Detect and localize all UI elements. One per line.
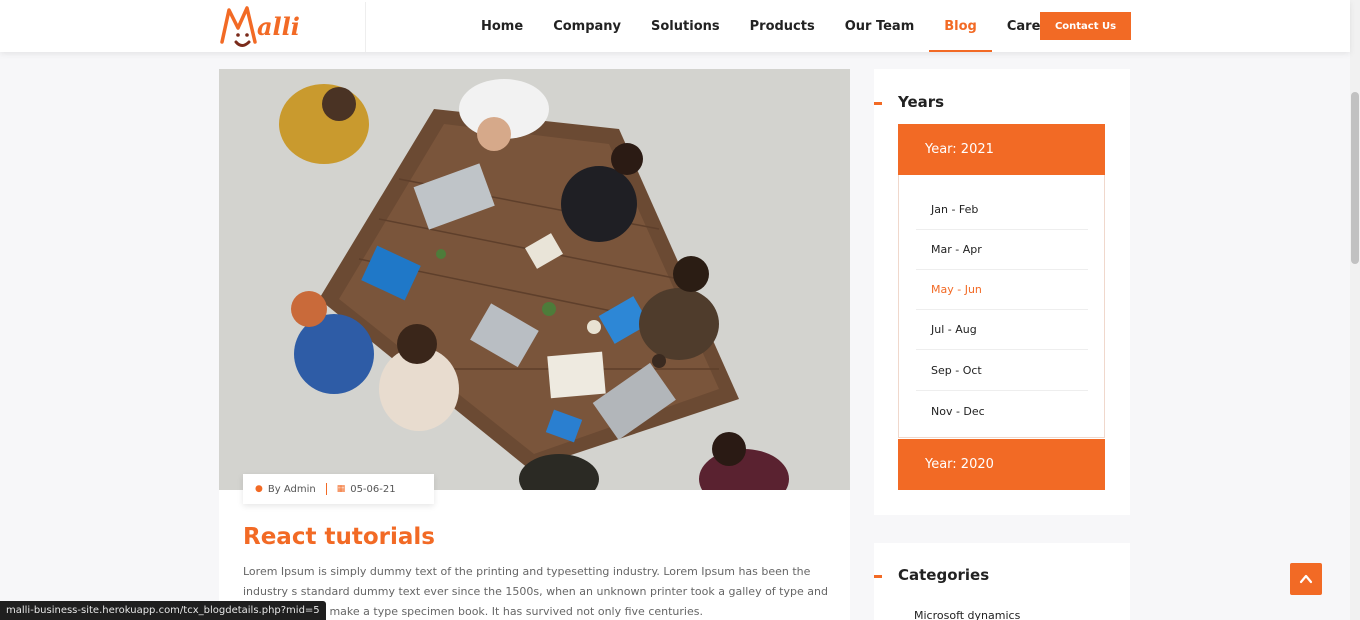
meta-divider (325, 483, 327, 495)
contact-us-button[interactable]: Contact Us (1040, 12, 1131, 40)
month-may-jun[interactable]: May - Jun (916, 270, 1088, 310)
user-icon: ● (255, 484, 263, 494)
nav-item-company[interactable]: Company (538, 0, 636, 52)
nav-item-products[interactable]: Products (735, 0, 830, 52)
nav-item-solutions[interactable]: Solutions (636, 0, 735, 52)
title-dash (874, 575, 882, 578)
years-widget: Years Year: 2021 Jan - Feb Mar - Apr May… (874, 69, 1130, 515)
years-title: Years (898, 93, 945, 111)
month-label: May - Jun (931, 283, 982, 296)
month-nov-dec[interactable]: Nov - Dec (916, 391, 1088, 431)
post-featured-image (219, 69, 850, 490)
month-jul-aug[interactable]: Jul - Aug (916, 310, 1088, 350)
title-dash (874, 102, 882, 105)
team-meeting-photo (219, 69, 850, 490)
calendar-icon: ▦ (336, 484, 346, 494)
year-label: Year: 2021 (925, 142, 994, 157)
months-list: Jan - Feb Mar - Apr May - Jun Jul - Aug … (898, 175, 1105, 438)
post-meta: ● By Admin ▦ 05-06-21 (243, 474, 434, 504)
month-label: Jan - Feb (931, 203, 979, 216)
month-sep-oct[interactable]: Sep - Oct (916, 351, 1088, 391)
post-date: 05-06-21 (350, 483, 396, 495)
year-2021-header[interactable]: Year: 2021 (898, 124, 1105, 175)
page-scrollbar[interactable] (1350, 0, 1360, 620)
nav-item-label: Blog (944, 18, 977, 34)
year-2020-header[interactable]: Year: 2020 (898, 439, 1105, 490)
logo-mark-icon: alli (220, 6, 300, 47)
site-header: alli Home Company Solutions Products Our… (0, 0, 1350, 52)
nav-item-label: Our Team (844, 18, 915, 34)
svg-text:alli: alli (257, 12, 300, 41)
month-label: Nov - Dec (931, 404, 985, 418)
post-author: By Admin (267, 483, 316, 495)
month-label: Jul - Aug (931, 323, 977, 336)
nav-item-label: Home (481, 18, 524, 34)
month-label: Sep - Oct (931, 364, 982, 377)
scrollbar-thumb[interactable] (1351, 92, 1359, 264)
month-jan-feb[interactable]: Jan - Feb (916, 190, 1088, 230)
nav-item-label: Solutions (651, 18, 720, 34)
nav-item-blog[interactable]: Blog (929, 0, 992, 52)
chevron-up-icon (1299, 574, 1313, 584)
main-nav: Home Company Solutions Products Our Team… (466, 0, 1078, 52)
year-label: Year: 2020 (925, 457, 994, 472)
categories-title: Categories (898, 566, 990, 584)
nav-item-label: Company (553, 18, 622, 34)
month-mar-apr[interactable]: Mar - Apr (916, 230, 1088, 270)
site-logo[interactable]: alli (219, 2, 366, 52)
nav-item-home[interactable]: Home (466, 0, 538, 52)
categories-widget: Categories Microsoft dynamics (874, 543, 1130, 620)
post-title: React tutorials (243, 524, 435, 550)
month-label: Mar - Apr (931, 243, 982, 256)
category-item[interactable]: Microsoft dynamics (914, 609, 1020, 620)
nav-item-label: Products (749, 18, 815, 34)
browser-status-bar: malli-business-site.herokuapp.com/tcx_bl… (0, 601, 326, 620)
post-body: Lorem Ipsum is simply dummy text of the … (243, 565, 828, 618)
nav-item-our-team[interactable]: Our Team (830, 0, 930, 52)
back-to-top-button[interactable] (1290, 563, 1322, 595)
